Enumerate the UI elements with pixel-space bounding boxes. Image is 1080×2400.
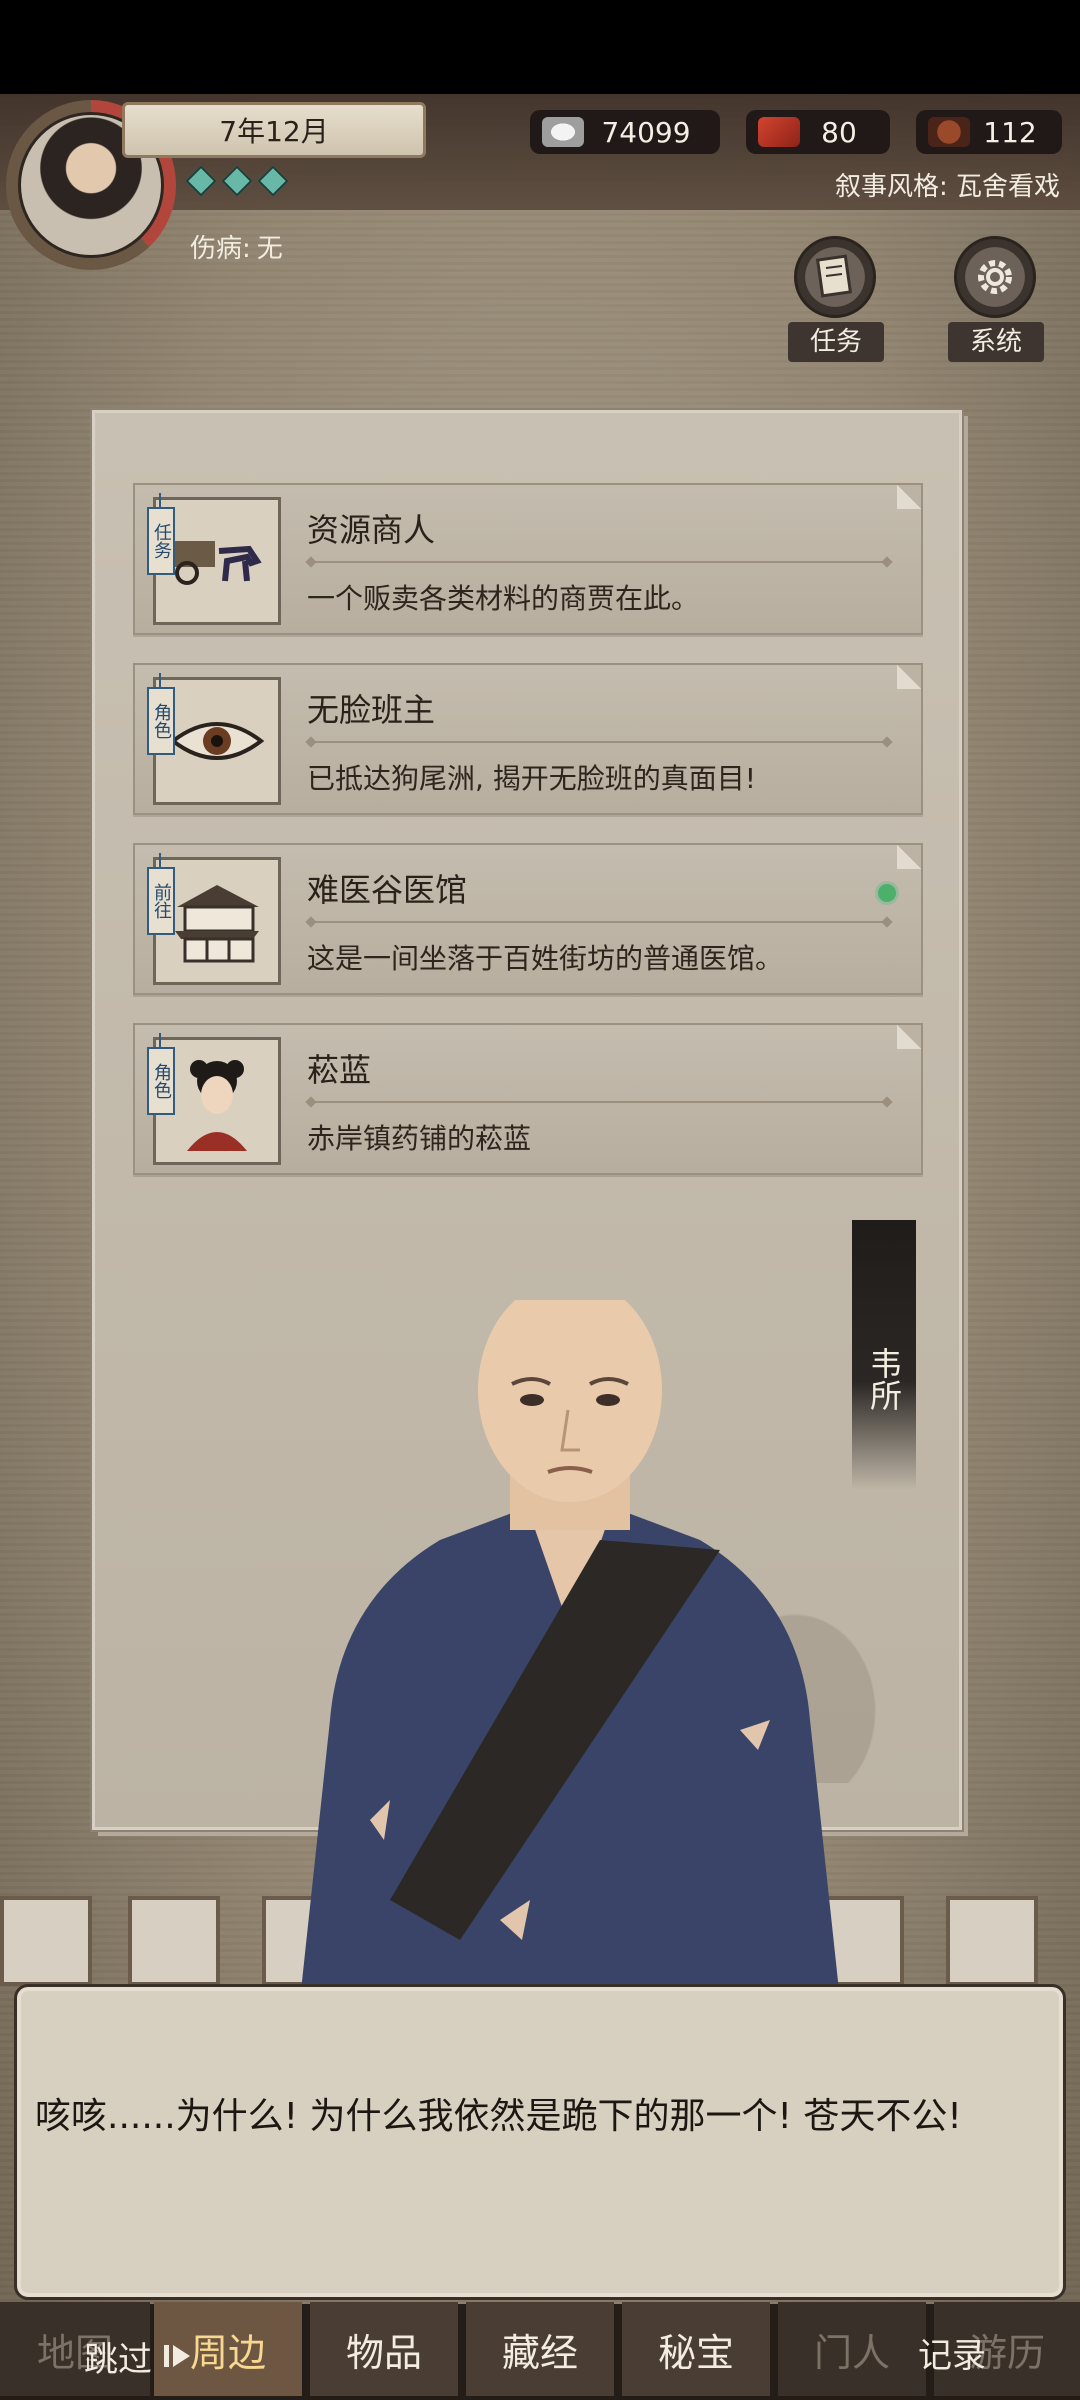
injury-value: 无 (256, 234, 283, 264)
card-description: 已抵达狗尾洲, 揭开无脸班的真面目! (307, 762, 757, 795)
card-description: 一个贩卖各类材料的商贾在此。 (307, 582, 700, 615)
horse-cart-icon (175, 541, 262, 585)
npc-portrait (300, 1300, 840, 2000)
location-pin-icon (875, 881, 899, 905)
dialog-text: 咳咳......为什么! 为什么我依然是跪下的那一个! 苍天不公! (35, 2096, 962, 2137)
system-button[interactable] (954, 236, 1036, 318)
slot (0, 1896, 92, 1986)
scroll-icon (815, 254, 853, 298)
record-button[interactable]: 记录 (918, 2328, 986, 2384)
card-tag: 角色 (147, 1033, 175, 1115)
card-tag: 前往 (147, 853, 175, 935)
slot (128, 1896, 220, 1986)
system-label[interactable]: 系统 (948, 322, 1044, 362)
card-tag: 角色 (147, 673, 175, 755)
slot (946, 1896, 1038, 1986)
red-banner-icon (758, 117, 800, 147)
banner-counter[interactable]: 80 (746, 110, 890, 154)
corner-fold (897, 485, 921, 509)
corner-fold (897, 1025, 921, 1049)
gear-icon (978, 260, 1012, 294)
card-title: 资源商人 (307, 511, 436, 549)
dialog-box[interactable]: 咳咳......为什么! 为什么我依然是跪下的那一个! 苍天不公! (14, 1984, 1066, 2300)
status-bar (0, 0, 1080, 94)
task-label[interactable]: 任务 (788, 322, 884, 362)
card-divider (307, 741, 891, 743)
diamond-icon (221, 165, 253, 197)
token-value: 112 (983, 115, 1037, 149)
card-title: 无脸班主 (307, 691, 436, 729)
corner-fold (897, 665, 921, 689)
diamond-icon (257, 165, 289, 197)
skip-arrow-icon (164, 2345, 190, 2367)
injury-label: 伤病: (190, 234, 251, 264)
diamond-icon (185, 165, 217, 197)
narrative-style[interactable]: 叙事风格: 瓦舍看戏 (835, 166, 1060, 203)
tab-items[interactable]: 物品 (310, 2302, 458, 2396)
card-divider (307, 1101, 891, 1103)
tab-treasures[interactable]: 秘宝 (622, 2302, 770, 2396)
card-description: 这是一间坐落于百姓街坊的普通医馆。 (307, 942, 784, 975)
tab-disciples[interactable]: 门人 (778, 2302, 926, 2396)
card-nanyi-valley-clinic[interactable]: 前往 难医谷医馆 这是一间坐落于百姓街坊的普通医馆。 (133, 843, 923, 995)
speaker-name-banner: 韦所 (852, 1220, 916, 1490)
card-title: 菘蓝 (307, 1051, 372, 1089)
silver-counter[interactable]: 74099 (530, 110, 720, 154)
skip-label: 跳过 (84, 2339, 152, 2380)
corner-fold (897, 845, 921, 869)
token-counter[interactable]: 112 (916, 110, 1062, 154)
injury-status: 伤病: 无 (190, 228, 283, 265)
silver-value: 74099 (601, 115, 691, 149)
card-resource-merchant[interactable]: 任务 资源商人 一个贩卖各类材料的商贾在此。 (133, 483, 923, 635)
seal-token-icon (928, 117, 970, 147)
banner-value: 80 (821, 115, 857, 149)
skip-button[interactable]: 跳过 (84, 2328, 192, 2384)
card-description: 赤岸镇药铺的菘蓝 (307, 1122, 532, 1155)
card-title: 难医谷医馆 (307, 871, 468, 909)
card-divider (307, 921, 891, 923)
card-faceless-troupe-master[interactable]: 角色 无脸班主 已抵达狗尾洲, 揭开无脸班的真面目! (133, 663, 923, 815)
date-display: 7年12月 (122, 102, 426, 158)
eye-icon (169, 722, 265, 760)
building-icon (175, 885, 259, 963)
card-tag: 任务 (147, 493, 175, 575)
task-button[interactable] (794, 236, 876, 318)
silver-ingot-icon (542, 117, 584, 147)
status-diamonds (185, 165, 289, 197)
tab-scriptures[interactable]: 藏经 (466, 2302, 614, 2396)
card-divider (307, 561, 891, 563)
date-text: 7年12月 (219, 115, 329, 148)
card-songlan[interactable]: 角色 菘蓝 赤岸镇药铺的菘蓝 (133, 1023, 923, 1175)
girl-portrait-icon (187, 1060, 247, 1151)
